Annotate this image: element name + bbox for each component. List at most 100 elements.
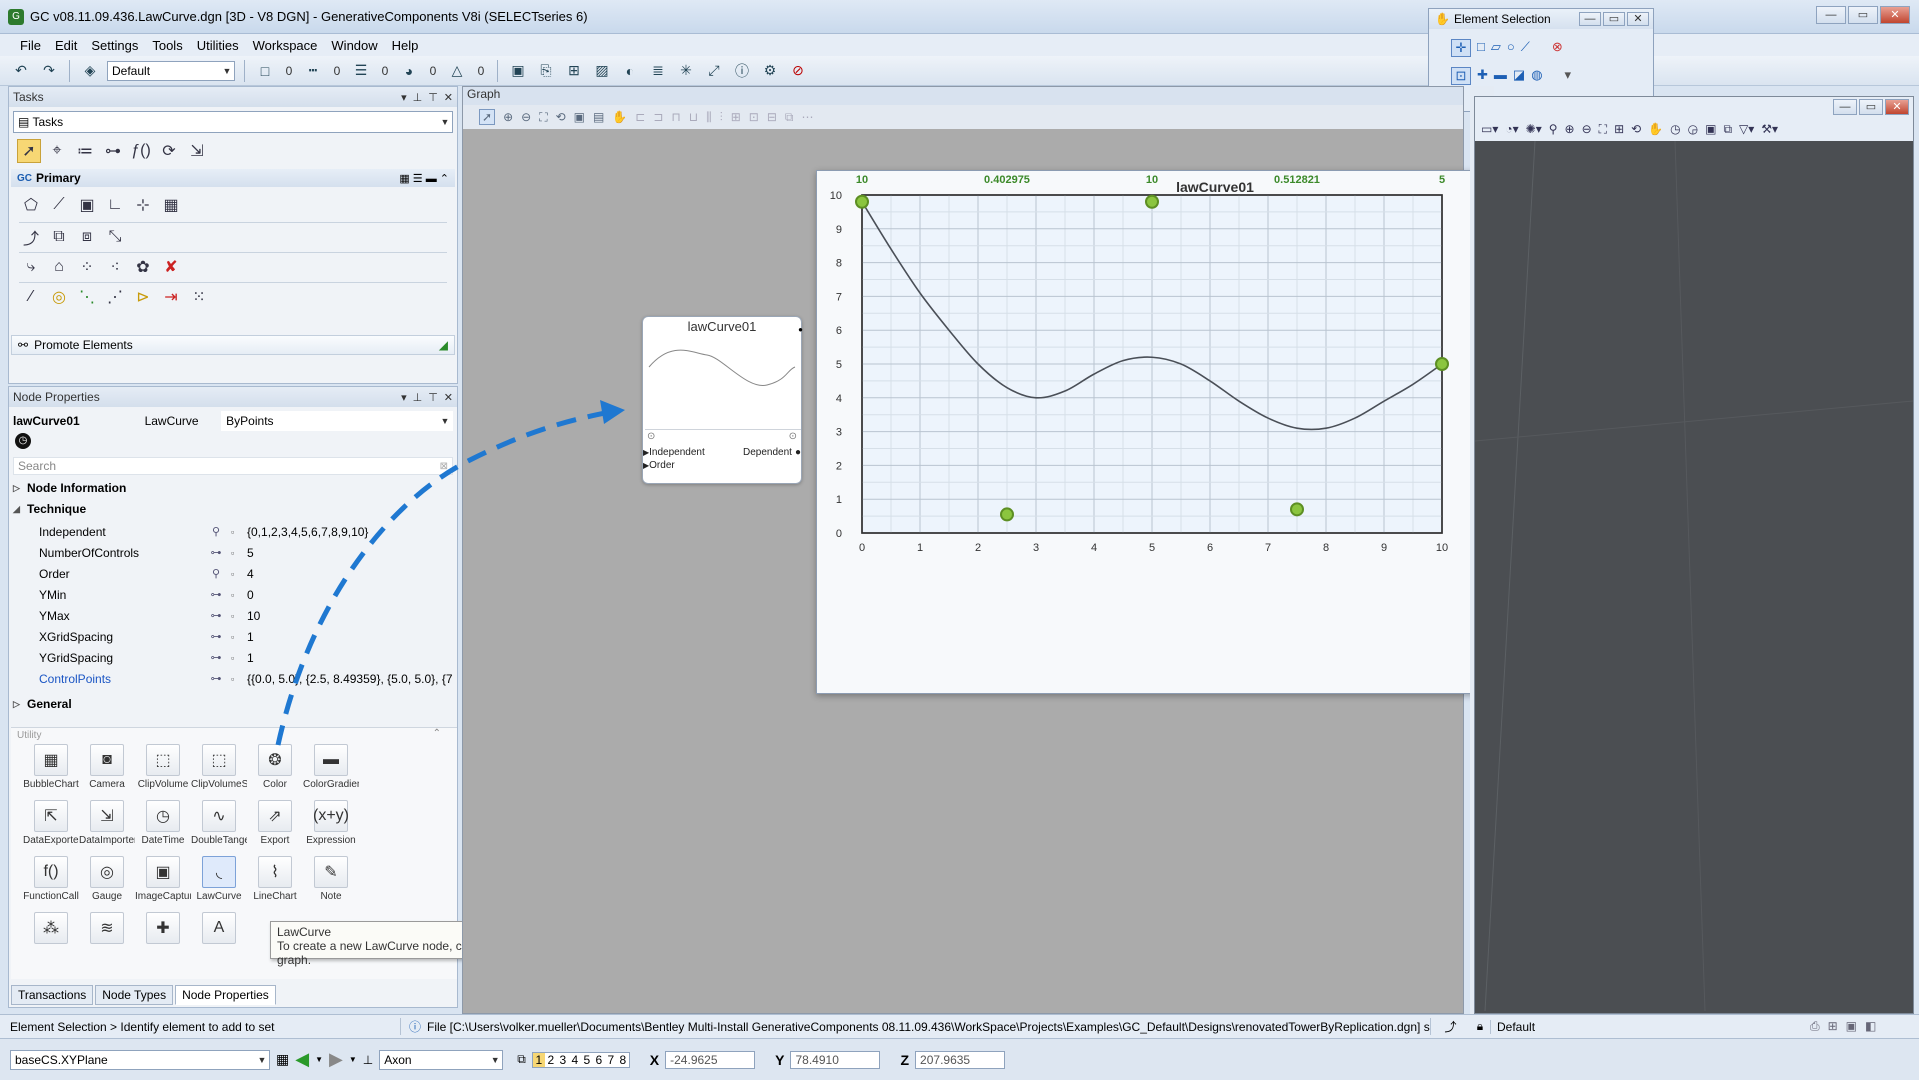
fit-view-icon[interactable]: ⊞ xyxy=(1614,122,1624,136)
fit-view-icon[interactable]: ⛶ xyxy=(539,110,547,125)
forward-icon[interactable]: ⊳ xyxy=(131,285,155,309)
library-item[interactable]: ❂ Color xyxy=(247,744,303,790)
undo-icon[interactable]: ↶ xyxy=(10,60,32,82)
view-5-button[interactable]: 5 xyxy=(580,1052,593,1067)
section-general[interactable]: ▷ General xyxy=(13,695,72,713)
polygon-icon[interactable]: ⬠ xyxy=(19,193,43,217)
maximize-button[interactable]: ▭ xyxy=(1859,99,1883,115)
checkbox-icon[interactable]: ▫ xyxy=(231,548,247,558)
menu-workspace[interactable]: Workspace xyxy=(253,38,318,53)
spread-icon[interactable]: ⋯ xyxy=(801,110,813,124)
dropdown-icon[interactable]: ▼ xyxy=(315,1055,323,1064)
diagonal-icon[interactable]: ⁄ xyxy=(19,285,43,309)
select-arrow-icon[interactable]: ➚ xyxy=(479,109,496,125)
line-weight-icon[interactable]: ☰ xyxy=(350,60,372,82)
image-icon[interactable]: ▨ xyxy=(591,60,613,82)
view-7-button[interactable]: 7 xyxy=(604,1052,617,1067)
camera-icon[interactable]: ▣ xyxy=(1705,122,1716,136)
library-item[interactable]: (x+y) Expression xyxy=(303,800,359,846)
forward-icon[interactable]: ▶ xyxy=(329,1049,343,1070)
library-item[interactable]: ◎ Gauge xyxy=(79,856,135,902)
select-circle-icon[interactable]: ○ xyxy=(1507,39,1515,57)
x-coordinate-field[interactable]: -24.9625 xyxy=(665,1050,756,1069)
search-icon[interactable]: ⚲ xyxy=(201,567,231,580)
view-4-button[interactable]: 4 xyxy=(568,1052,581,1067)
settings-icon[interactable]: ⚙ xyxy=(759,60,781,82)
control-point[interactable] xyxy=(1145,194,1159,209)
snap-status-icon[interactable]: ⤴ xyxy=(1430,1018,1470,1035)
library-item[interactable]: ⇲ DataImporter xyxy=(79,800,135,846)
view-mode-icons[interactable]: ▦ ☰ ▬ ⌃ xyxy=(399,172,455,185)
output-port-dependent[interactable]: Dependent ● xyxy=(743,447,801,458)
control-point[interactable] xyxy=(1000,507,1014,522)
menu-file[interactable]: File xyxy=(20,38,41,53)
transparency-icon[interactable]: ◕ xyxy=(398,60,420,82)
pan-view-icon[interactable]: ✋ xyxy=(1648,122,1663,136)
library-item[interactable]: ⬚ ClipVolumeStyle xyxy=(191,744,247,790)
section-node-information[interactable]: ▷ Node Information xyxy=(13,479,126,497)
select-line-icon[interactable]: ⟋ xyxy=(1521,39,1530,57)
place-point-icon[interactable]: ⌖ xyxy=(45,139,69,163)
graph-node-lawcurve[interactable]: lawCurve01 ⊙ ⊙ ▶ Independent ▶ Order Depen… xyxy=(642,316,803,484)
user-icon[interactable]: ◧ xyxy=(1865,1019,1876,1034)
new-selection-icon[interactable]: ⊡ xyxy=(1451,67,1471,85)
link-icon[interactable]: ⊶ xyxy=(201,588,231,601)
select-block-icon[interactable]: □ xyxy=(1477,39,1485,57)
view-2-button[interactable]: 2 xyxy=(544,1052,557,1067)
checkbox-icon[interactable]: ▫ xyxy=(231,611,247,621)
delete-icon[interactable]: ✘ xyxy=(159,255,183,279)
ungroup-icon[interactable]: ⊟ xyxy=(767,110,777,124)
select-pointer-icon[interactable]: ✛ xyxy=(1451,39,1471,57)
tab-node-types[interactable]: Node Types xyxy=(95,985,174,1005)
link-icon[interactable]: ⊶ xyxy=(201,630,231,643)
library-item[interactable]: ◙ Camera xyxy=(79,744,135,790)
menu-settings[interactable]: Settings xyxy=(91,38,138,53)
view-1-button[interactable]: 1 xyxy=(532,1052,545,1067)
align-left-icon[interactable]: ⊏ xyxy=(635,110,645,124)
minimize-button[interactable]: — xyxy=(1816,6,1846,24)
layers-icon[interactable]: ≣ xyxy=(647,60,669,82)
align-top-icon[interactable]: ⊓ xyxy=(671,110,680,124)
close-button[interactable]: ✕ xyxy=(1880,6,1910,24)
color-icon[interactable]: □ xyxy=(254,60,276,82)
dropdown-icon[interactable]: ▾ xyxy=(401,91,407,104)
control-point[interactable] xyxy=(855,194,869,209)
box-icon[interactable]: ▣ xyxy=(75,193,99,217)
expand-outputs-icon[interactable]: ⊙ xyxy=(789,431,797,442)
reshape-icon[interactable]: ⌂ xyxy=(47,255,71,279)
print-icon[interactable]: ⎙ xyxy=(1810,1019,1820,1034)
library-item[interactable]: ⬚ ClipVolume xyxy=(135,744,191,790)
z-coordinate-field[interactable]: 207.9635 xyxy=(915,1050,1006,1069)
library-item[interactable]: ▬ColorGradient xyxy=(303,744,359,790)
copy-node-icon[interactable]: ⧉ xyxy=(47,225,71,249)
menu-utilities[interactable]: Utilities xyxy=(197,38,239,53)
rotate-icon[interactable]: ⟲ xyxy=(556,110,566,124)
plane-combo[interactable]: baseCS.XYPlane ▼ xyxy=(10,1049,270,1070)
tasks-combo[interactable]: ▤ Tasks ▼ xyxy=(13,111,453,133)
library-item[interactable]: f() FunctionCall xyxy=(23,856,79,902)
zoom-out-icon[interactable]: ⊖ xyxy=(521,110,531,124)
link-icon[interactable]: ⊶ xyxy=(201,651,231,664)
tools-icon[interactable]: ⚒▾ xyxy=(1761,122,1778,136)
select-arrow-icon[interactable]: ➚ xyxy=(17,139,41,163)
menu-edit[interactable]: Edit xyxy=(55,38,77,53)
points-icon[interactable]: ⁘ xyxy=(75,255,99,279)
level-combo[interactable]: Default ▼ xyxy=(107,60,235,81)
axis-icon[interactable]: ∟ xyxy=(103,193,127,217)
checkbox-icon[interactable]: ▫ xyxy=(231,569,247,579)
stack-icon[interactable]: ⧉ xyxy=(785,110,794,125)
dropdown-icon[interactable]: ▼ xyxy=(349,1055,357,1064)
float-icon[interactable]: ⊤ xyxy=(428,91,438,104)
checkbox-icon[interactable]: ▫ xyxy=(231,632,247,642)
view-rotation-combo[interactable]: Axon ▼ xyxy=(379,1049,504,1070)
view-6-button[interactable]: 6 xyxy=(592,1052,605,1067)
library-item[interactable]: ◟ LawCurve xyxy=(191,856,247,902)
close-button[interactable]: ✕ xyxy=(1885,99,1909,115)
measure-icon[interactable]: ⤢ xyxy=(703,60,725,82)
info-icon[interactable]: ⓘ xyxy=(731,60,753,82)
invert-selection-icon[interactable]: ◪ xyxy=(1513,67,1525,85)
align-center-icon[interactable]: ⊐ xyxy=(653,110,663,124)
lock-icon[interactable]: 🔒︎ xyxy=(1470,1019,1490,1034)
checkbox-icon[interactable]: ▫ xyxy=(231,653,247,663)
clock-icon[interactable]: ◷ xyxy=(15,433,31,449)
